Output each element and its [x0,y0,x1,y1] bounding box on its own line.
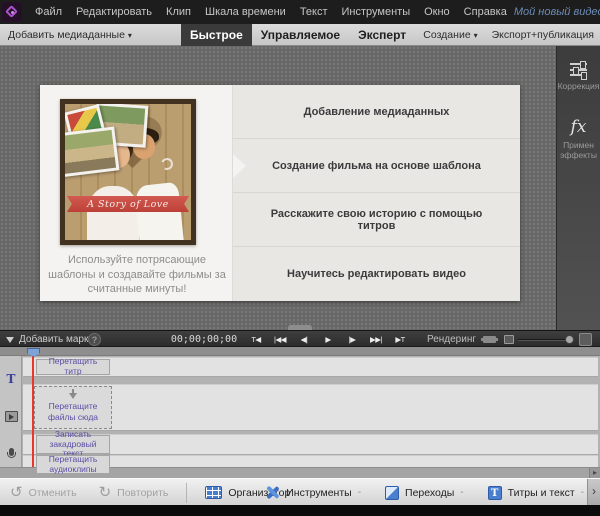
transitions-icon [385,486,399,500]
zoom-in-button[interactable] [579,333,592,346]
menu-edit[interactable]: Редактировать [69,0,159,24]
menu-file[interactable]: Файл [28,0,69,24]
chevron-down-icon: - [581,487,584,498]
undo-button[interactable]: ↺ Отменить [10,485,77,500]
edit-mode-tabs: Быстрое Управляемое Эксперт [181,24,415,46]
record-narration-button[interactable]: Записать закадровый текст [36,435,110,454]
timeline-ruler[interactable] [0,347,600,356]
welcome-menu-list: Добавление медиаданных Создание фильма н… [233,85,520,301]
welcome-item-movie-template[interactable]: Создание фильма на основе шаблона [233,139,520,193]
step-forward-button[interactable]: |▶ [340,331,364,348]
groom-shirt [134,182,184,245]
redo-icon: ↻ [99,485,112,500]
tab-quick[interactable]: Быстрое [181,24,252,46]
menu-clip[interactable]: Клип [159,0,198,24]
video-track-icon [0,411,22,422]
preview-workspace: A Story of Love Используйте потрясающие … [0,46,600,330]
chevron-down-icon: - [358,487,361,498]
timecode-display[interactable]: 00;00;00;00 [168,331,240,348]
fx-icon: fx [571,119,587,136]
tab-expert[interactable]: Эксперт [349,24,415,46]
export-publish-button[interactable]: Экспорт+публикация [492,29,594,41]
transitions-button[interactable]: Переходы - [385,486,464,500]
welcome-item-add-media[interactable]: Добавление медиаданных [233,85,520,139]
zoom-out-icon[interactable] [483,336,496,343]
premiere-elements-window: Файл Редактировать Клип Шкала времени Те… [0,0,600,516]
titles-text-button[interactable]: T Титры и текст - [488,486,584,500]
welcome-card-left-panel: A Story of Love Используйте потрясающие … [40,85,233,301]
step-back-button[interactable]: ◀| [292,331,316,348]
play-button[interactable]: ▶ [316,331,340,348]
jump-start-button[interactable]: Т◀ [244,331,268,348]
bride-dress [87,186,139,245]
add-marker-button[interactable]: Добавить маркер [6,331,100,348]
menu-text[interactable]: Текст [293,0,335,24]
logo-dot-icon [11,11,14,14]
track-header-column: Т [0,356,22,467]
mode-bar: Добавить медиаданные ▾ Быстрое Управляем… [0,24,600,46]
menu-bar: Файл Редактировать Клип Шкала времени Те… [0,0,600,24]
redo-button[interactable]: ↻ Повторить [99,485,169,500]
welcome-item-learn-editing[interactable]: Научитесь редактировать видео [233,247,520,301]
timeline-zoom-slider[interactable] [518,339,570,341]
sidebar-item-effects[interactable]: fx Примен эффекты [557,119,600,160]
menu-timeline[interactable]: Шкала времени [198,0,293,24]
text-track-icon: Т [0,370,22,388]
playhead-line[interactable] [32,356,34,467]
marker-icon [6,337,14,343]
welcome-item-titles-story[interactable]: Расскажите свою историю с помощью титров [233,193,520,247]
titles-icon: T [488,486,502,500]
window-bottom-edge [0,505,600,516]
next-edit-button[interactable]: ▶▶| [364,331,388,348]
jump-end-button[interactable]: ▶Т [388,331,412,348]
project-title: Мой новый видеопро... [514,6,600,18]
divider [186,483,187,503]
chevron-down-icon: ▾ [474,31,478,40]
tab-guided[interactable]: Управляемое [252,24,349,46]
zoom-slider-knob[interactable] [565,335,574,344]
drop-arrow-icon [69,393,77,399]
chevron-down-icon: ▾ [128,25,132,47]
organizer-grid-icon [205,486,222,499]
welcome-card: A Story of Love Используйте потрясающие … [40,85,520,301]
action-bar: ↺ Отменить ↻ Повторить Организатор Инстр… [0,478,600,505]
transport-controls: Т◀ |◀◀ ◀| ▶ |▶ ▶▶| ▶Т [244,331,412,348]
menu-help[interactable]: Справка [457,0,514,24]
create-dropdown[interactable]: Создание ▾ [423,29,477,41]
effects-sidebar: Коррекция fx Примен эффекты [556,46,600,330]
tools-button[interactable]: Инструменты - [265,485,361,500]
drag-audio-button[interactable]: Перетащить аудиоклипы [36,455,110,474]
menu-tools[interactable]: Инструменты [335,0,418,24]
ribbon-banner: A Story of Love [67,196,189,212]
rendering-label: Рендеринг [427,331,476,348]
zoom-fit-icon[interactable] [504,335,514,344]
sidebar-item-adjust[interactable]: Коррекция [557,62,600,91]
help-button[interactable]: ? [88,333,101,346]
polaroid-photo [60,127,119,178]
timeline-panel: Т Перетащить титр Перетащите файлы сюда … [0,347,600,478]
welcome-caption: Используйте потрясающие шаблоны и создав… [48,253,226,297]
menu-window[interactable]: Окно [417,0,457,24]
chevron-down-icon: - [460,487,463,498]
adjust-sliders-icon [570,62,587,77]
sidebar-item-label: Коррекция [558,81,600,91]
scroll-right-arrow[interactable]: ▸ [589,468,600,478]
drag-title-button[interactable]: Перетащить титр [36,359,110,375]
tools-icon [265,485,280,500]
undo-icon: ↺ [10,485,23,500]
microphone-icon [0,448,22,456]
selected-item-pointer-icon [233,154,246,178]
more-actions-button[interactable]: › [587,479,600,506]
add-media-dropdown[interactable]: Добавить медиаданные ▾ [8,24,132,47]
template-preview-image: A Story of Love [60,99,196,245]
media-dropzone[interactable]: Перетащите файлы сюда [34,386,112,429]
app-logo-icon [2,2,22,22]
sidebar-item-label: Примен эффекты [559,140,599,160]
prev-edit-button[interactable]: |◀◀ [268,331,292,348]
timeline-toolbar: Добавить маркер ? 00;00;00;00 Т◀ |◀◀ ◀| … [0,330,600,347]
